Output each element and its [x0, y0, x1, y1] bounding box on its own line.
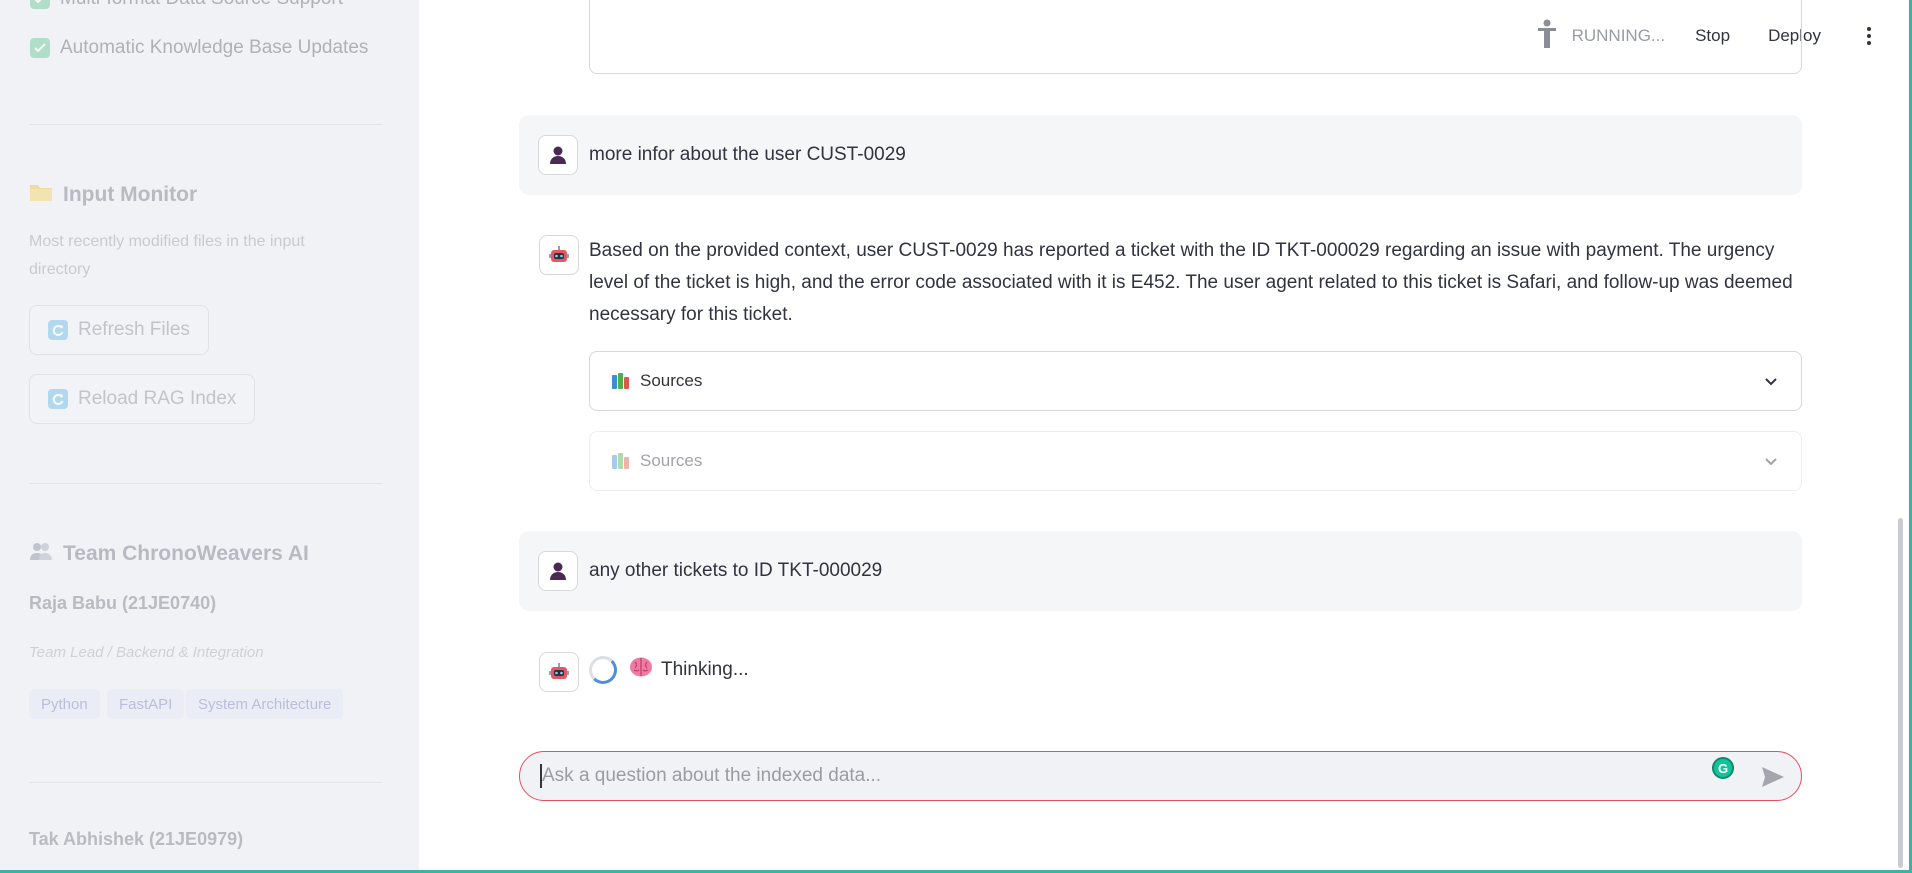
assistant-avatar-icon [539, 652, 579, 692]
input-monitor-heading: Input Monitor [29, 182, 197, 208]
feature-multi-format: Multi-format Data Source Support [30, 0, 343, 10]
sources-expander[interactable]: Sources [589, 351, 1802, 411]
sources-expander[interactable]: Sources [589, 431, 1802, 491]
folder-icon [29, 182, 53, 208]
member-role: Team Lead / Backend & Integration [29, 644, 264, 661]
feature-auto-update: Automatic Knowledge Base Updates [30, 37, 368, 59]
checkbox-checked-icon [30, 38, 50, 58]
brain-icon [629, 656, 653, 684]
scrollbar[interactable] [1898, 518, 1903, 868]
message-text: more infor about the user CUST-0029 [589, 144, 906, 165]
assistant-message-text: Based on the provided context, user CUST… [589, 240, 1793, 325]
reload-rag-index-button[interactable]: Reload RAG Index [29, 374, 256, 424]
sidebar-divider [29, 124, 382, 125]
feature-label: Automatic Knowledge Base Updates [60, 37, 369, 58]
chat-input-container: G [519, 751, 1802, 801]
sidebar-divider [29, 782, 382, 783]
send-icon[interactable] [1761, 766, 1785, 793]
user-avatar-icon [538, 135, 578, 175]
message-text: any other tickets to ID TKT-000029 [589, 560, 883, 581]
skill-tag: System Architecture [186, 689, 344, 719]
chevron-down-icon [1763, 453, 1779, 474]
grammarly-icon[interactable]: G [1712, 757, 1734, 779]
feature-label: Multi-format Data Source Support [60, 0, 343, 10]
loading-spinner-icon [589, 656, 617, 684]
refresh-files-button[interactable]: Refresh Files [29, 305, 209, 355]
skill-tag: FastAPI [107, 689, 185, 719]
sidebar: Multi-format Data Source Support Automat… [0, 0, 419, 870]
team-heading: Team ChronoWeavers AI [29, 541, 309, 567]
user-message: more infor about the user CUST-0029 [519, 115, 1802, 195]
user-avatar-icon [538, 551, 578, 591]
chevron-down-icon [1763, 373, 1779, 394]
skill-tag: Python [29, 689, 100, 719]
main-menu-icon[interactable] [1859, 27, 1879, 45]
app-frame: Multi-format Data Source Support Automat… [0, 0, 1912, 873]
books-icon [612, 373, 630, 389]
assistant-avatar-icon [539, 235, 579, 275]
refresh-icon [48, 389, 68, 409]
books-icon [612, 453, 630, 469]
chat-input[interactable] [542, 765, 1781, 787]
input-monitor-caption: Most recently modified files in the inpu… [29, 233, 305, 278]
sidebar-divider [29, 483, 382, 484]
previous-expander [589, 0, 1802, 74]
checkbox-checked-icon [30, 0, 50, 9]
user-message: any other tickets to ID TKT-000029 [519, 531, 1802, 611]
people-icon [29, 541, 53, 567]
member-name: Tak Abhishek (21JE0979) [29, 829, 244, 849]
member-name: Raja Babu (21JE0740) [29, 593, 217, 613]
refresh-icon [48, 320, 68, 340]
thinking-indicator: Thinking... [589, 656, 749, 684]
